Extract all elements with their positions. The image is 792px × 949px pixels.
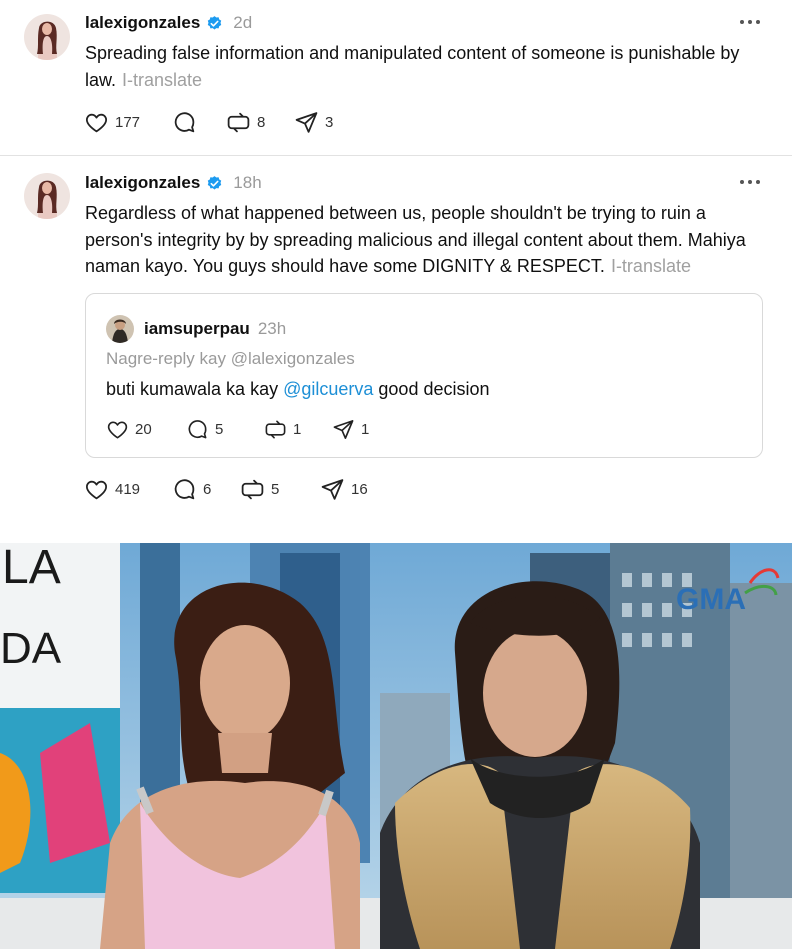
mention-link[interactable]: @gilcuerva bbox=[283, 379, 373, 399]
more-icon[interactable] bbox=[740, 20, 760, 26]
repost-icon bbox=[265, 420, 286, 439]
repost-icon bbox=[227, 112, 250, 133]
quoted-text: buti kumawala ka kay @gilcuerva good dec… bbox=[106, 379, 490, 400]
heart-icon bbox=[86, 480, 107, 500]
post-actions: 419 6 5 16 bbox=[84, 477, 368, 502]
repost-count: 8 bbox=[257, 114, 266, 131]
reply-button[interactable] bbox=[172, 110, 226, 135]
gma-logo: GMA bbox=[676, 583, 746, 616]
post-actions: 177 8 3 bbox=[84, 110, 333, 135]
share-count: 16 bbox=[351, 481, 368, 498]
like-count: 177 bbox=[115, 114, 141, 131]
repost-button[interactable]: 5 bbox=[240, 477, 320, 502]
sign-text-1: LA bbox=[2, 543, 61, 594]
post-time: 2d bbox=[233, 13, 253, 32]
like-count: 20 bbox=[135, 421, 152, 438]
post-header: lalexigonzales 18h bbox=[85, 173, 262, 193]
share-button[interactable]: 1 bbox=[332, 418, 369, 441]
verified-badge-icon bbox=[208, 15, 222, 30]
more-icon[interactable] bbox=[740, 180, 760, 186]
quoted-header: iamsuperpau 23h bbox=[144, 319, 286, 339]
quoted-text-before: buti kumawala ka kay bbox=[106, 379, 284, 399]
thread-post-2: lalexigonzales 18h Regardless of what ha… bbox=[0, 157, 792, 515]
share-icon bbox=[295, 112, 318, 133]
share-count: 1 bbox=[361, 421, 370, 438]
avatar[interactable] bbox=[106, 315, 134, 343]
like-button[interactable]: 177 bbox=[84, 110, 172, 135]
quoted-actions: 20 5 1 1 bbox=[106, 418, 369, 441]
post-header: lalexigonzales 2d bbox=[85, 13, 252, 33]
verified-badge-icon bbox=[208, 175, 222, 190]
repost-icon bbox=[241, 479, 264, 500]
share-count: 3 bbox=[325, 114, 334, 131]
heart-icon bbox=[107, 421, 128, 439]
repost-count: 1 bbox=[293, 421, 302, 438]
translate-link[interactable]: I-translate bbox=[611, 256, 691, 276]
like-button[interactable]: 419 bbox=[84, 477, 172, 502]
thread-post-1: lalexigonzales 2d Spreading false inform… bbox=[0, 0, 792, 156]
sign-text-2: DA bbox=[0, 624, 62, 673]
share-button[interactable]: 16 bbox=[320, 477, 368, 502]
quoted-text-after: good decision bbox=[373, 379, 490, 399]
share-icon bbox=[333, 420, 354, 439]
reply-button[interactable]: 5 bbox=[186, 418, 264, 441]
username[interactable]: lalexigonzales bbox=[85, 173, 200, 193]
share-button[interactable]: 3 bbox=[294, 110, 333, 135]
post-text: Spreading false information and manipula… bbox=[85, 40, 762, 93]
quoted-post[interactable]: iamsuperpau 23h Nagre-reply kay @lalexig… bbox=[85, 293, 763, 458]
like-button[interactable]: 20 bbox=[106, 418, 186, 441]
repost-button[interactable]: 8 bbox=[226, 110, 294, 135]
post-time: 18h bbox=[233, 173, 262, 192]
reply-button[interactable]: 6 bbox=[172, 477, 240, 502]
reply-count: 6 bbox=[203, 481, 212, 498]
translate-link[interactable]: I-translate bbox=[122, 70, 202, 90]
share-icon bbox=[321, 479, 344, 500]
like-count: 419 bbox=[115, 481, 141, 498]
reply-icon bbox=[188, 420, 207, 439]
tv-interview-photo: LA DA GMA bbox=[0, 543, 792, 949]
username[interactable]: lalexigonzales bbox=[85, 13, 200, 33]
heart-icon bbox=[86, 113, 107, 133]
post-image[interactable]: LA DA GMA bbox=[0, 543, 792, 949]
quoted-username[interactable]: iamsuperpau bbox=[144, 319, 250, 339]
quoted-time: 23h bbox=[257, 319, 287, 338]
avatar[interactable] bbox=[24, 173, 70, 219]
reply-icon bbox=[174, 479, 195, 500]
reply-icon bbox=[174, 112, 195, 133]
repost-count: 5 bbox=[271, 481, 280, 498]
post-text: Regardless of what happened between us, … bbox=[85, 200, 762, 280]
avatar[interactable] bbox=[24, 14, 70, 60]
reply-to-label: Nagre-reply kay @lalexigonzales bbox=[106, 349, 355, 368]
reply-count: 5 bbox=[215, 421, 224, 438]
repost-button[interactable]: 1 bbox=[264, 418, 332, 441]
